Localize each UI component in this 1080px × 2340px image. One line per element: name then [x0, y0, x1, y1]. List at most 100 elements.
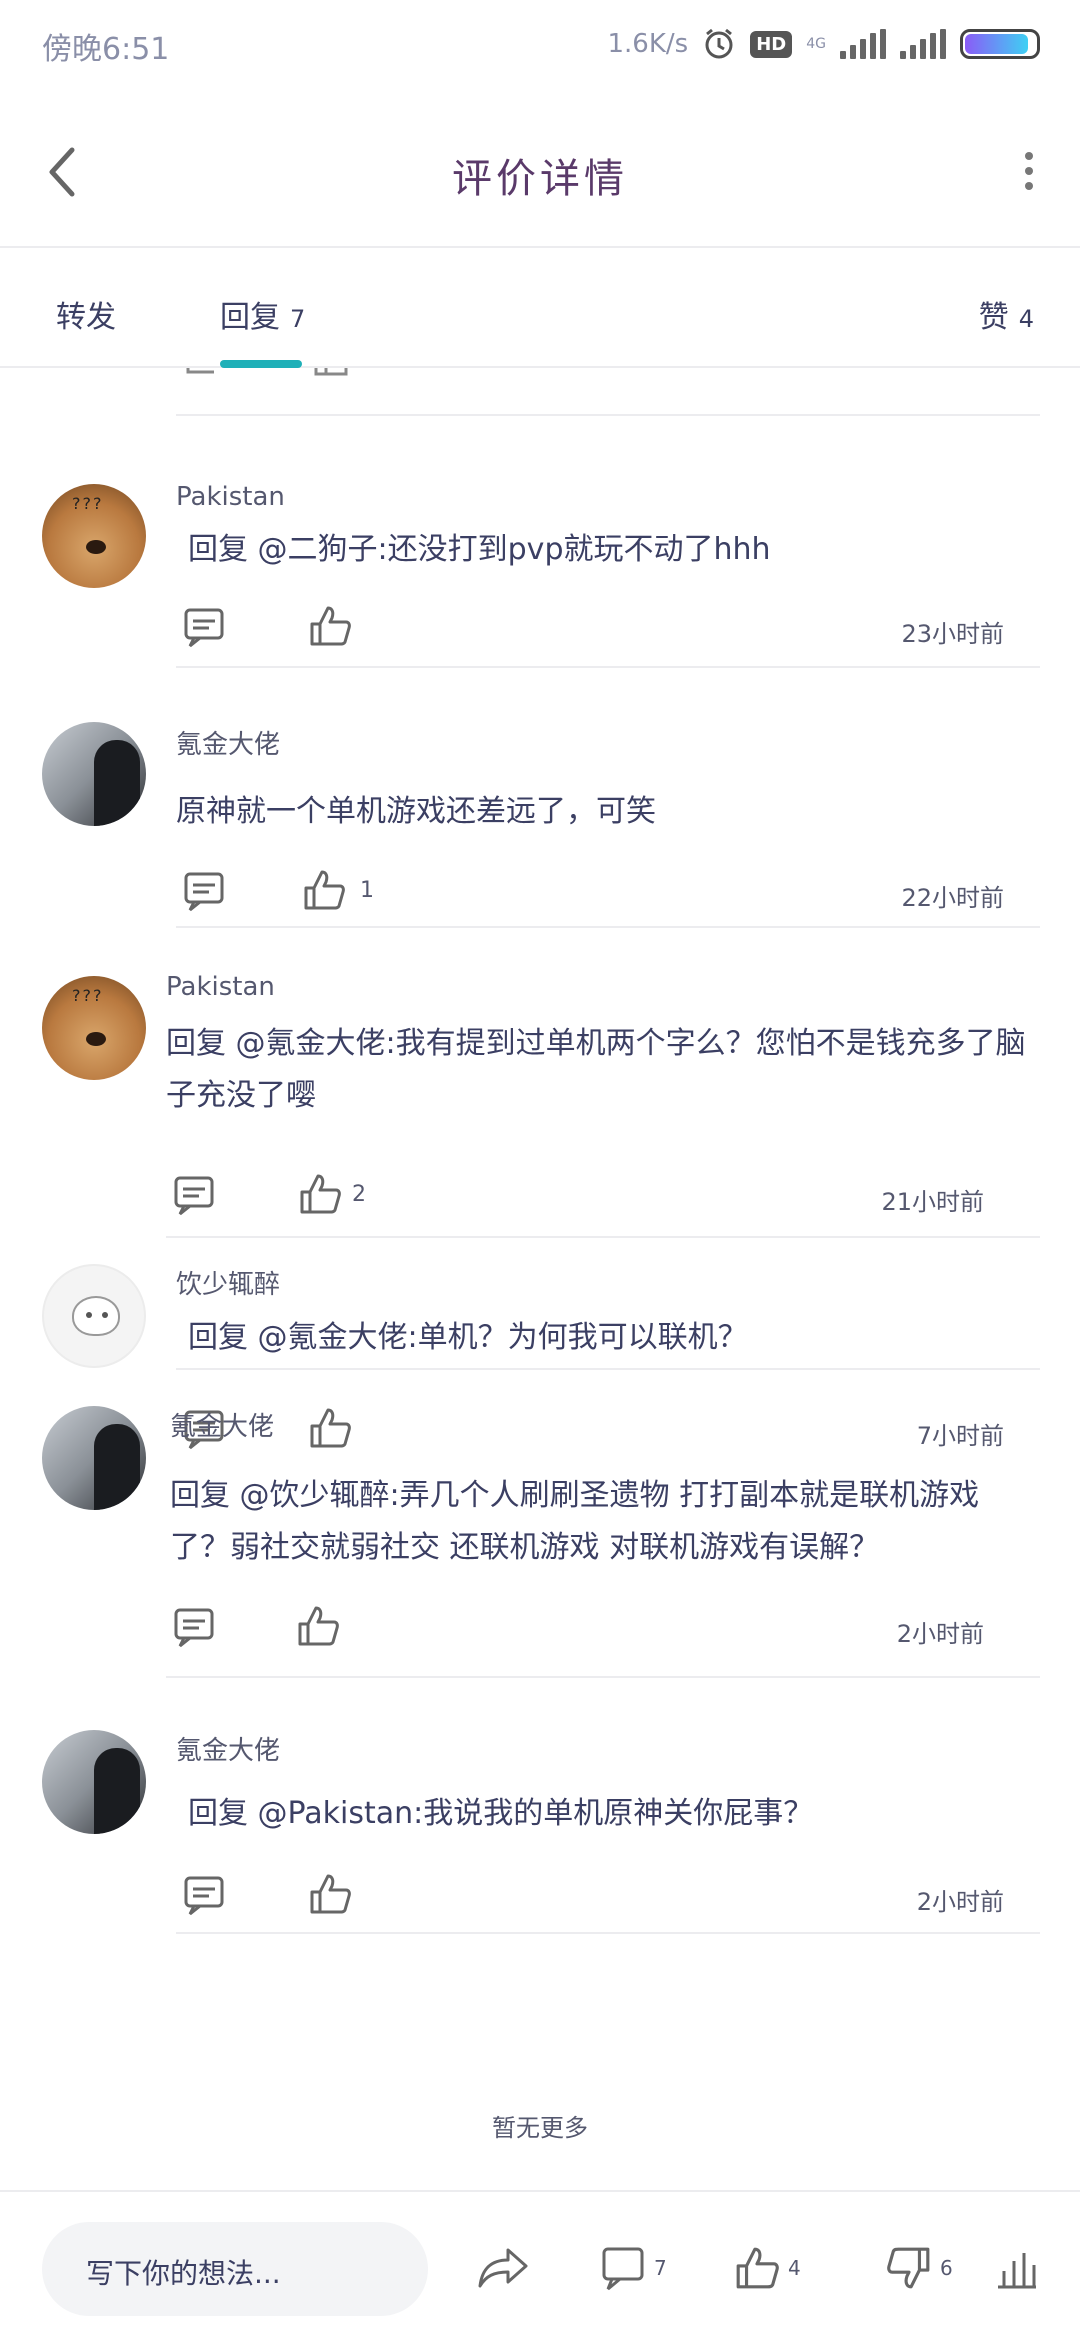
reply-button[interactable] — [172, 1604, 216, 1648]
bar-chart-icon — [998, 2253, 1036, 2289]
tab-likes[interactable]: 赞4 — [979, 292, 1034, 336]
like-post-button[interactable]: 4 — [734, 2244, 801, 2292]
comment-input[interactable]: 写下你的想法... — [42, 2222, 428, 2316]
thumbs-up-icon — [298, 1606, 339, 1646]
like-button[interactable] — [298, 1172, 342, 1216]
reply-button[interactable] — [182, 868, 226, 912]
tab-reply-label: 回复 — [220, 300, 280, 335]
like-count: 2 — [352, 1182, 366, 1207]
divider — [176, 666, 1040, 668]
username[interactable]: 氪金大佬 — [170, 1406, 274, 1443]
comment-icon — [174, 1608, 214, 1648]
comment-text: 回复 @Pakistan:我说我的单机原神关你屁事？ — [188, 1796, 814, 1831]
share-button[interactable] — [476, 2244, 532, 2292]
timestamp: 2小时前 — [896, 1620, 984, 1648]
tab-likes-count: 4 — [1018, 305, 1034, 333]
no-more-label: 暂无更多 — [492, 2114, 588, 2142]
username[interactable]: 饮少辄醉 — [176, 1264, 280, 1301]
reply-button[interactable] — [182, 1872, 226, 1916]
action-row: 2小时前 — [176, 1872, 1016, 1924]
tab-repost[interactable]: 转发 — [56, 292, 116, 336]
list-item: 氪金大佬 回复 @Pakistan:我说我的单机原神关你屁事？ 2小时前 — [0, 1678, 1080, 1934]
comment-text: 回复 @氪金大佬:我有提到过单机两个字么？您怕不是钱充多了脑子充没了嘤 — [166, 1026, 1026, 1113]
action-row: 2 21小时前 — [166, 1172, 1006, 1224]
username[interactable]: 氪金大佬 — [176, 724, 280, 761]
comment-text: 原神就一个单机游戏还差远了，可笑 — [176, 794, 656, 829]
divider — [176, 1932, 1040, 1934]
battery-icon — [960, 29, 1040, 59]
reply-icon — [184, 368, 224, 382]
tab-reply[interactable]: 回复 7 — [220, 292, 305, 336]
avatar[interactable] — [42, 722, 146, 826]
like-button[interactable] — [296, 1604, 340, 1648]
comment-icon — [602, 2247, 644, 2291]
like-count: 1 — [360, 878, 374, 903]
thumbs-up-icon — [304, 870, 345, 910]
thumbs-up-icon — [310, 606, 351, 646]
avatar[interactable] — [42, 1406, 146, 1510]
bottom-action-bar: 写下你的想法... 7 4 6 — [0, 2190, 1080, 2340]
avatar[interactable] — [42, 1730, 146, 1834]
avatar[interactable]: ??? — [42, 484, 146, 588]
page-title: 评价详情 — [452, 156, 628, 202]
comments-count: 7 — [654, 2256, 667, 2280]
thumbs-up-icon — [312, 368, 352, 382]
username[interactable]: Pakistan — [176, 482, 285, 512]
more-options-button[interactable] — [1014, 146, 1044, 196]
tab-repost-label: 转发 — [56, 300, 116, 335]
reply-button[interactable] — [182, 604, 226, 648]
header: 评价详情 — [0, 90, 1080, 248]
username[interactable]: Pakistan — [166, 972, 275, 1002]
comment-icon — [184, 1876, 224, 1916]
list-item: ??? Pakistan 回复 @氪金大佬:我有提到过单机两个字么？您怕不是钱充… — [0, 928, 1080, 1238]
action-row: 23小时前 — [176, 604, 1016, 656]
tab-reply-count: 7 — [290, 305, 306, 333]
more-dot — [1025, 152, 1033, 160]
status-time: 傍晚6:51 — [42, 32, 170, 67]
list-item: 氪金大佬 回复 @饮少辄醉:弄几个人刷刷圣遗物 打打副本就是联机游戏了？弱社交就… — [0, 1370, 1080, 1678]
like-button[interactable] — [302, 868, 346, 912]
thumbs-up-icon — [300, 1174, 341, 1214]
signal-icon — [840, 29, 886, 59]
timestamp: 23小时前 — [901, 620, 1004, 648]
avatar[interactable] — [42, 1264, 146, 1368]
username[interactable]: 氪金大佬 — [176, 1730, 280, 1767]
partial-list-item — [176, 368, 1040, 416]
tab-active-indicator — [220, 360, 302, 368]
like-button[interactable] — [308, 604, 352, 648]
like-button[interactable] — [308, 1872, 352, 1916]
status-bar: 傍晚6:51 1.6K/s HD 4G — [0, 0, 1080, 90]
more-dot — [1025, 167, 1033, 175]
action-row: 1 22小时前 — [176, 868, 1016, 920]
reply-list[interactable]: ??? Pakistan 回复 @二狗子:还没打到pvp就玩不动了hhh 23小… — [0, 368, 1080, 2190]
list-item: ??? Pakistan 回复 @二狗子:还没打到pvp就玩不动了hhh 23小… — [0, 468, 1080, 668]
tab-bar: 转发 回复 7 赞4 — [0, 250, 1080, 368]
network-type: 4G — [806, 36, 826, 52]
tab-likes-label: 赞 — [978, 300, 1009, 335]
comment-icon — [184, 608, 224, 648]
share-icon — [478, 2248, 528, 2288]
action-row: 2小时前 — [166, 1604, 1006, 1656]
comment-text: 回复 @氪金大佬:单机？为何我可以联机？ — [188, 1320, 748, 1355]
status-icons: 1.6K/s HD 4G — [607, 22, 1040, 66]
reply-button[interactable] — [172, 1172, 216, 1216]
more-dot — [1025, 182, 1033, 190]
thumbs-up-icon — [736, 2247, 779, 2289]
avatar[interactable]: ??? — [42, 976, 146, 1080]
dislikes-count: 6 — [940, 2256, 953, 2280]
timestamp: 22小时前 — [901, 884, 1004, 912]
timestamp: 21小时前 — [881, 1188, 984, 1216]
dislike-post-button[interactable]: 6 — [886, 2244, 953, 2292]
hd-badge: HD — [750, 30, 793, 58]
comment-text: 回复 @饮少辄醉:弄几个人刷刷圣遗物 打打副本就是联机游戏了？弱社交就弱社交 还… — [170, 1478, 980, 1565]
network-speed: 1.6K/s — [607, 29, 689, 59]
thumbs-up-icon — [310, 1874, 351, 1914]
comment-text: 回复 @二狗子:还没打到pvp就玩不动了hhh — [188, 532, 771, 567]
timestamp: 2小时前 — [916, 1888, 1004, 1916]
comments-button[interactable]: 7 — [600, 2244, 667, 2292]
stats-button[interactable] — [994, 2244, 1040, 2292]
list-item: 氪金大佬 原神就一个单机游戏还差远了，可笑 1 22小时前 — [0, 670, 1080, 928]
alarm-icon — [702, 27, 736, 61]
comment-icon — [184, 872, 224, 912]
thumbs-down-icon — [887, 2247, 930, 2289]
